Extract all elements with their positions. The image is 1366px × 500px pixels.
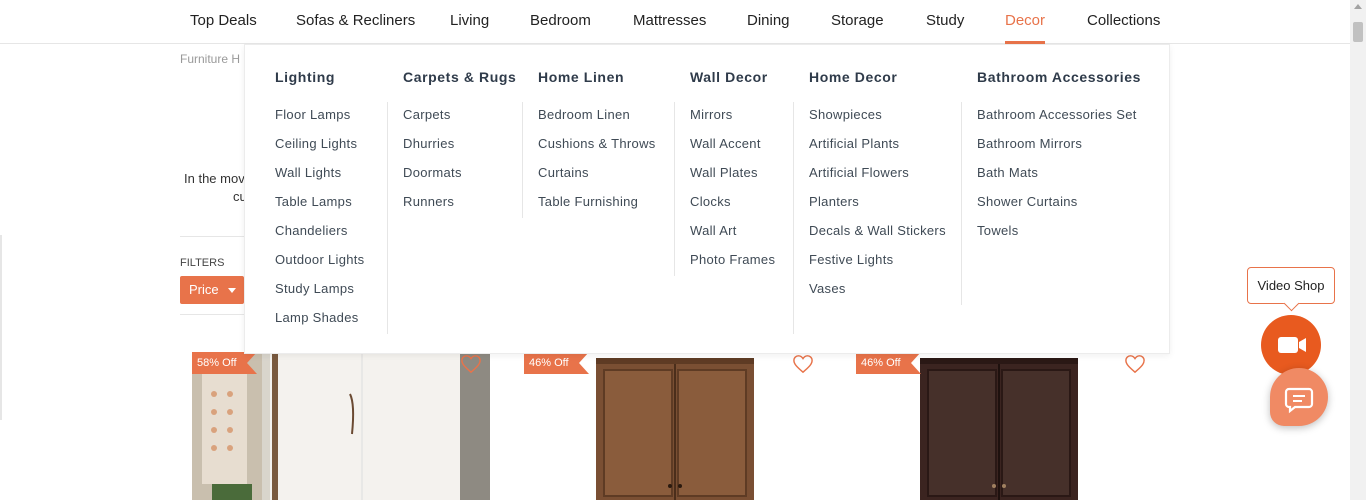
menu-link-doormats[interactable]: Doormats [403, 165, 462, 194]
filters-label: FILTERS [180, 257, 225, 269]
menu-link-showpieces[interactable]: Showpieces [809, 107, 946, 136]
breadcrumb[interactable]: Furniture H [180, 52, 240, 66]
nav-item-study[interactable]: Study [926, 12, 964, 29]
menu-link-lamp-shades[interactable]: Lamp Shades [275, 310, 364, 339]
video-shop-tooltip[interactable]: Video Shop [1247, 267, 1335, 304]
nav-item-decor[interactable]: Decor [1005, 12, 1045, 29]
menu-link-wall-accent[interactable]: Wall Accent [690, 136, 775, 165]
column-divider [961, 102, 962, 305]
product-image-wooden-wardrobe[interactable] [524, 354, 822, 500]
column-divider [522, 102, 523, 218]
menu-link-table-furnishing[interactable]: Table Furnishing [538, 194, 656, 223]
scroll-up-arrow-icon[interactable] [1354, 4, 1362, 9]
menu-link-runners[interactable]: Runners [403, 194, 462, 223]
column-divider [387, 102, 388, 334]
menu-link-clocks[interactable]: Clocks [690, 194, 775, 223]
menu-link-bedroom-linen[interactable]: Bedroom Linen [538, 107, 656, 136]
menu-link-shower-curtains[interactable]: Shower Curtains [977, 194, 1137, 223]
video-camera-icon [1278, 337, 1306, 353]
menu-link-wall-lights[interactable]: Wall Lights [275, 165, 364, 194]
wishlist-heart-icon[interactable] [792, 354, 814, 374]
menu-heading-bathroom-accessories[interactable]: Bathroom Accessories [977, 69, 1141, 85]
menu-link-artificial-plants[interactable]: Artificial Plants [809, 136, 946, 165]
menu-link-carpets[interactable]: Carpets [403, 107, 462, 136]
column-divider [793, 102, 794, 334]
price-filter-button[interactable]: Price [180, 276, 244, 304]
menu-heading-home-decor[interactable]: Home Decor [809, 69, 897, 85]
product-card[interactable]: 46% Off [856, 344, 1154, 500]
menu-link-bath-mats[interactable]: Bath Mats [977, 165, 1137, 194]
divider [180, 236, 245, 237]
product-card[interactable]: 46% Off [524, 344, 822, 500]
menu-link-dhurries[interactable]: Dhurries [403, 136, 462, 165]
menu-link-bathroom-mirrors[interactable]: Bathroom Mirrors [977, 136, 1137, 165]
menu-heading-lighting[interactable]: Lighting [275, 69, 335, 85]
menu-link-bathroom-accessories-set[interactable]: Bathroom Accessories Set [977, 107, 1137, 136]
menu-link-chandeliers[interactable]: Chandeliers [275, 223, 364, 252]
nav-item-bedroom[interactable]: Bedroom [530, 12, 591, 29]
menu-link-mirrors[interactable]: Mirrors [690, 107, 775, 136]
price-filter-label: Price [189, 282, 219, 297]
chat-bubble-icon [1284, 387, 1314, 414]
menu-link-outdoor-lights[interactable]: Outdoor Lights [275, 252, 364, 281]
product-image-dark-wardrobe[interactable] [856, 354, 1154, 500]
decor-mega-menu: Lighting Floor Lamps Ceiling Lights Wall… [244, 44, 1170, 354]
description-line-1: In the mov [184, 171, 244, 186]
column-divider [674, 102, 675, 276]
main-navigation: Top Deals Sofas & Recliners Living Bedro… [0, 0, 1350, 44]
discount-badge: 46% Off [524, 352, 589, 374]
menu-link-wall-plates[interactable]: Wall Plates [690, 165, 775, 194]
page-scrollbar[interactable] [1350, 0, 1366, 500]
menu-link-photo-frames[interactable]: Photo Frames [690, 252, 775, 281]
menu-link-towels[interactable]: Towels [977, 223, 1137, 252]
menu-link-curtains[interactable]: Curtains [538, 165, 656, 194]
wishlist-heart-icon[interactable] [1124, 354, 1146, 374]
discount-badge: 46% Off [856, 352, 921, 374]
nav-item-top-deals[interactable]: Top Deals [190, 12, 257, 29]
menu-link-ceiling-lights[interactable]: Ceiling Lights [275, 136, 364, 165]
nav-item-collections[interactable]: Collections [1087, 12, 1160, 29]
menu-link-decals-wall-stickers[interactable]: Decals & Wall Stickers [809, 223, 946, 252]
menu-link-vases[interactable]: Vases [809, 281, 946, 310]
menu-heading-wall-decor[interactable]: Wall Decor [690, 69, 768, 85]
product-image-white-wardrobe[interactable] [192, 354, 490, 500]
scrollbar-thumb[interactable] [1353, 22, 1363, 42]
menu-link-cushions-throws[interactable]: Cushions & Throws [538, 136, 656, 165]
product-card[interactable]: 58% Off [192, 344, 490, 500]
menu-link-wall-art[interactable]: Wall Art [690, 223, 775, 252]
menu-link-floor-lamps[interactable]: Floor Lamps [275, 107, 364, 136]
menu-link-planters[interactable]: Planters [809, 194, 946, 223]
description-line-2: cu [233, 189, 244, 204]
video-shop-button[interactable] [1261, 315, 1321, 375]
caret-down-icon [228, 288, 236, 293]
wishlist-heart-icon[interactable] [460, 354, 482, 374]
nav-item-living[interactable]: Living [450, 12, 489, 29]
menu-link-festive-lights[interactable]: Festive Lights [809, 252, 946, 281]
nav-item-mattresses[interactable]: Mattresses [633, 12, 706, 29]
chat-button[interactable] [1270, 368, 1328, 426]
nav-item-dining[interactable]: Dining [747, 12, 790, 29]
nav-item-sofas-recliners[interactable]: Sofas & Recliners [296, 12, 415, 29]
menu-link-study-lamps[interactable]: Study Lamps [275, 281, 364, 310]
left-edge-divider [0, 235, 2, 420]
divider [180, 314, 245, 315]
discount-badge: 58% Off [192, 352, 257, 374]
menu-link-artificial-flowers[interactable]: Artificial Flowers [809, 165, 946, 194]
menu-heading-carpets-rugs[interactable]: Carpets & Rugs [403, 69, 516, 85]
menu-link-table-lamps[interactable]: Table Lamps [275, 194, 364, 223]
category-description: In the mov cu [184, 170, 244, 206]
menu-heading-home-linen[interactable]: Home Linen [538, 69, 624, 85]
nav-item-storage[interactable]: Storage [831, 12, 884, 29]
